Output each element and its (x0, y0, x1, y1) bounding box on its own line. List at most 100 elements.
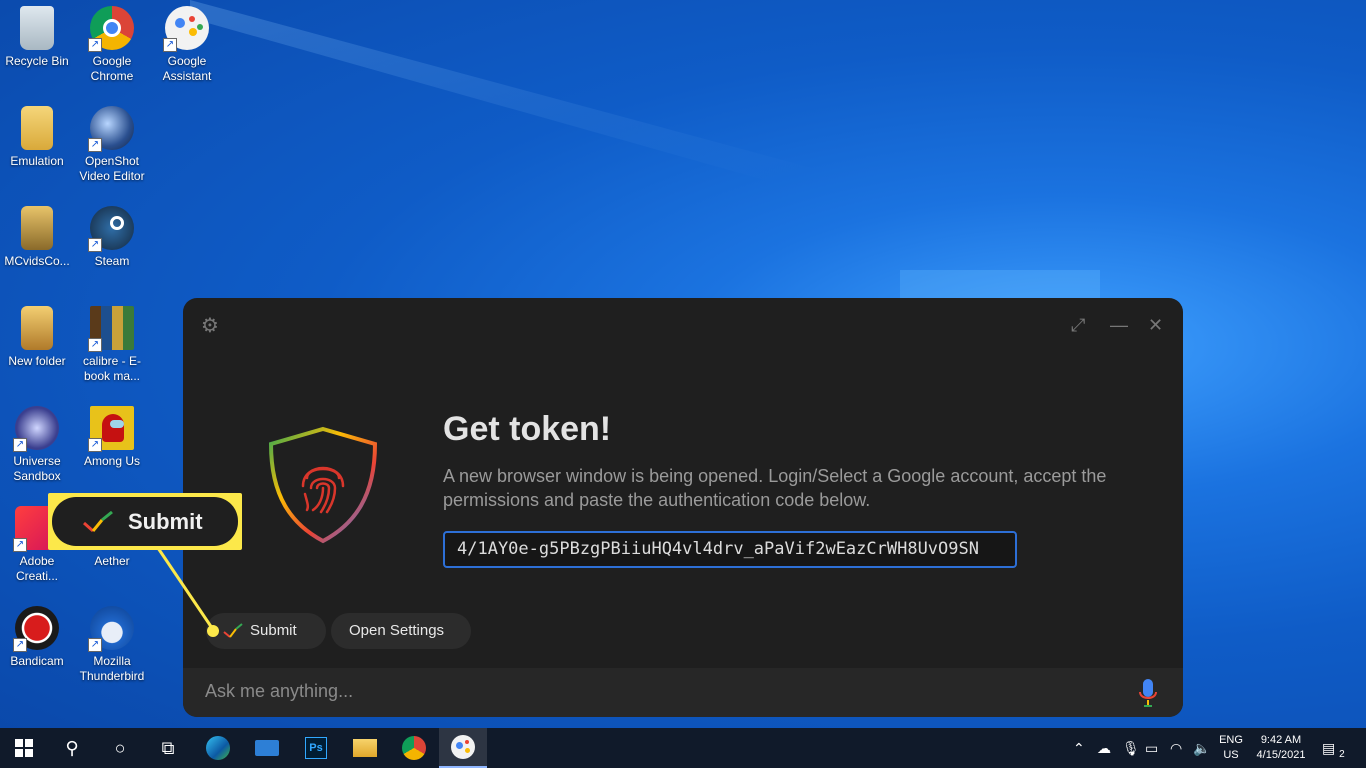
desktop-icon-thunderbird[interactable]: ↗ Mozilla Thunderbird (73, 600, 151, 684)
language-code: ENG (1219, 734, 1243, 746)
desktop-icon-google-assistant[interactable]: ↗ Google Assistant (148, 0, 226, 84)
page-title: Get token! (443, 410, 612, 448)
recycle-bin-icon (20, 6, 54, 50)
google-assistant-icon: ↗ (163, 6, 209, 52)
desktop-icon-calibre[interactable]: ↗ calibre - E-book ma... (73, 300, 151, 384)
wifi-icon[interactable]: ◠ (1170, 728, 1182, 768)
photoshop-icon[interactable]: Ps (292, 728, 340, 768)
calibre-icon: ↗ (88, 306, 134, 352)
desktop-icon-bandicam[interactable]: ↗ Bandicam (0, 600, 76, 669)
edge-icon[interactable] (194, 728, 242, 768)
auth-code-input[interactable]: 4/1AY0e-g5PBzgPBiiuHQ4vl4drv_aPaVif2wEaz… (443, 531, 1017, 568)
chrome-icon: ↗ (88, 6, 134, 52)
google-assistant-taskbar-icon[interactable] (439, 728, 487, 768)
desktop-icon-label: Steam (94, 254, 130, 268)
submit-button[interactable]: Submit (206, 613, 326, 649)
desktop-icon-label: Bandicam (10, 654, 64, 668)
desktop-icon-label: Mozilla Thunderbird (79, 654, 145, 683)
checkmark-icon (83, 511, 113, 533)
wallpaper-light-ray (190, 0, 1190, 300)
clock-time: 9:42 AM (1260, 734, 1302, 746)
desktop-icon-label: New folder (8, 354, 66, 368)
shortcut-arrow-icon: ↗ (13, 438, 27, 452)
shortcut-arrow-icon: ↗ (13, 638, 27, 652)
desktop-icon-emulation[interactable]: Emulation (0, 100, 76, 169)
onedrive-icon[interactable]: ☁ (1097, 728, 1111, 768)
desktop-icon-recycle-bin[interactable]: Recycle Bin (0, 0, 76, 69)
language-indicator[interactable]: ENG US (1216, 733, 1246, 763)
shortcut-arrow-icon: ↗ (88, 138, 102, 152)
windows-logo-icon (15, 739, 33, 757)
clock[interactable]: 9:42 AM 4/15/2021 (1252, 733, 1310, 763)
desktop-icon-label: Emulation (10, 154, 64, 168)
shortcut-arrow-icon: ↗ (88, 638, 102, 652)
desktop-icon-google-chrome[interactable]: ↗ Google Chrome (73, 0, 151, 84)
fingerprint-shield-icon (268, 426, 378, 544)
desktop-icon-label: Google Assistant (162, 54, 212, 83)
instruction-text: A new browser window is being opened. Lo… (443, 466, 1107, 510)
desktop-icon-universe-sandbox[interactable]: ↗ Universe Sandbox (0, 400, 76, 484)
shortcut-arrow-icon: ↗ (88, 38, 102, 52)
bandicam-icon: ↗ (13, 606, 59, 652)
desktop-icon-label: MCvidsCo... (4, 254, 70, 268)
region-code: US (1223, 749, 1239, 761)
desktop-icon-steam[interactable]: ↗ Steam (73, 200, 151, 269)
checkmark-icon (223, 623, 243, 638)
gear-icon[interactable]: ⚙ (201, 316, 221, 336)
close-icon[interactable]: ✕ (1148, 316, 1163, 334)
desktop-icon-openshot[interactable]: ↗ OpenShot Video Editor (73, 100, 151, 184)
callout-submit-chip: Submit (52, 497, 238, 546)
shortcut-arrow-icon: ↗ (88, 338, 102, 352)
desktop-icon-among-us[interactable]: ↗ Among Us (73, 400, 151, 469)
notification-icon: ▤ (1322, 740, 1336, 756)
wallpaper-light-ray-2 (900, 270, 1100, 300)
desktop-icon-new-folder[interactable]: New folder (0, 300, 76, 369)
openshot-icon: ↗ (88, 106, 134, 152)
desktop-icon-label: Recycle Bin (5, 54, 69, 68)
desktop-icon-label: Aether (94, 554, 130, 568)
ask-input[interactable]: Ask me anything... (205, 681, 353, 702)
assistant-window: ⚙ ⤢ — ✕ Get token! A new browser window … (183, 298, 1183, 717)
search-icon[interactable]: ⚲ (48, 728, 96, 768)
desktop-icon-label: Google Chrome (90, 54, 134, 83)
microphone-icon[interactable] (1138, 678, 1158, 708)
folder-icon (21, 106, 53, 150)
clock-date: 4/15/2021 (1256, 749, 1306, 761)
folder-icon (21, 306, 53, 350)
desktop-icon-label: Universe Sandbox (13, 454, 61, 483)
notification-count: 2 (1339, 749, 1345, 760)
thunderbird-icon: ↗ (88, 606, 134, 652)
callout-box: Submit (48, 493, 242, 550)
taskbar: ⚲ ○ ⧉ Ps ⌃ ☁ 🎙 ▭ ◠ 🔈 ENG US 9:42 AM 4/15… (0, 728, 1366, 768)
open-settings-button[interactable]: Open Settings (331, 613, 471, 649)
shortcut-arrow-icon: ↗ (88, 438, 102, 452)
ask-bar: Ask me anything... (183, 668, 1183, 717)
mail-icon[interactable] (243, 728, 291, 768)
chevron-up-icon[interactable]: ⌃ (1073, 728, 1085, 768)
open-settings-label: Open Settings (349, 622, 445, 639)
desktop-icon-label: Among Us (83, 454, 141, 468)
minimize-icon[interactable]: — (1110, 316, 1128, 334)
file-explorer-icon[interactable] (341, 728, 389, 768)
universe-sandbox-icon: ↗ (13, 406, 59, 452)
expand-icon[interactable]: ⤢ (1071, 316, 1085, 334)
desktop-icon-label: OpenShot Video Editor (79, 154, 145, 183)
desktop-icon-mcvids[interactable]: MCvidsCo... (0, 200, 76, 269)
submit-label: Submit (250, 622, 297, 639)
start-button[interactable] (0, 728, 48, 768)
microphone-tray-icon[interactable]: 🎙 (1122, 728, 1140, 768)
shortcut-arrow-icon: ↗ (88, 238, 102, 252)
notification-center-button[interactable]: ▤ 2 (1322, 728, 1345, 768)
callout-label: Submit (128, 509, 203, 534)
shortcut-arrow-icon: ↗ (163, 38, 177, 52)
shortcut-arrow-icon: ↗ (13, 538, 27, 552)
battery-icon[interactable]: ▭ (1145, 728, 1158, 768)
folder-icon (21, 206, 53, 250)
volume-icon[interactable]: 🔈 (1193, 728, 1210, 768)
cortana-icon[interactable]: ○ (96, 728, 144, 768)
desktop-icon-label: Adobe Creati... (15, 554, 58, 583)
among-us-icon: ↗ (88, 406, 134, 452)
task-view-icon[interactable]: ⧉ (144, 728, 192, 768)
desktop-icon-label: calibre - E-book ma... (82, 354, 141, 383)
chrome-taskbar-icon[interactable] (390, 728, 438, 768)
